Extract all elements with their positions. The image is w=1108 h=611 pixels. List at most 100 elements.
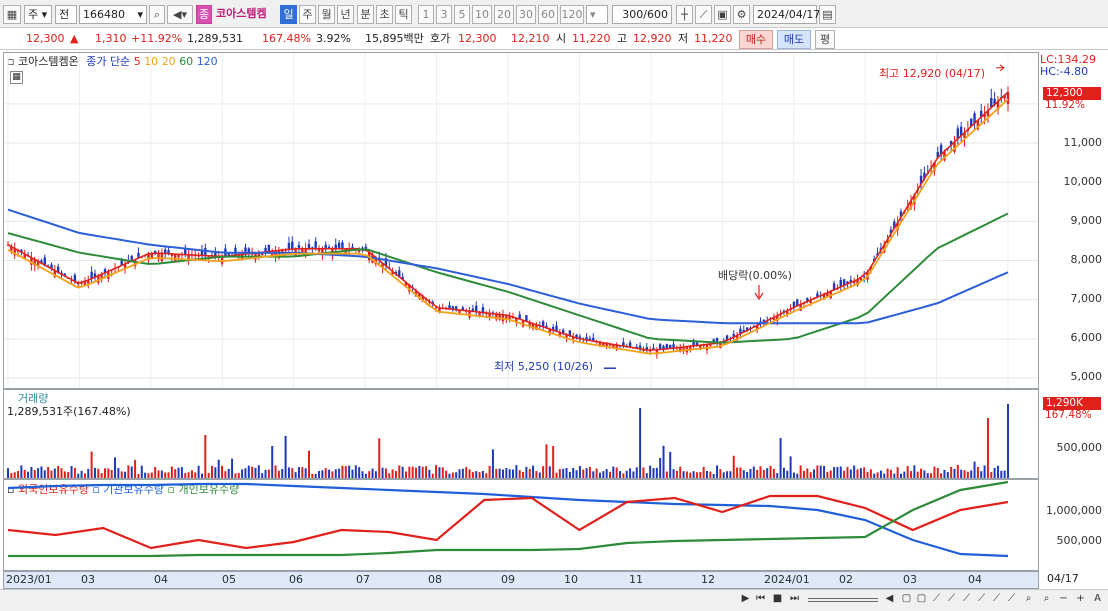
volume-bar: [110, 469, 113, 478]
volume-bar: [30, 466, 33, 478]
volume-bar: [518, 470, 521, 478]
search-icon[interactable]: ⌕: [149, 5, 165, 24]
font-size-icon[interactable]: A: [1091, 593, 1104, 608]
ytick-10000: 10,000: [1063, 175, 1103, 188]
calendar-icon[interactable]: ▤: [819, 5, 836, 24]
change-value: 1,310: [95, 32, 127, 45]
volume-bar: [311, 473, 314, 478]
volume-bar: [50, 470, 53, 478]
volume-bar: [722, 472, 725, 478]
volume-bar: [251, 466, 254, 478]
volume-bar: [481, 470, 484, 478]
layout-icon[interactable]: ▦: [3, 5, 21, 24]
custom-minute-select[interactable]: ▾: [586, 5, 608, 24]
save-icon[interactable]: ▣: [714, 5, 731, 24]
sell-button[interactable]: 매도: [777, 30, 811, 49]
volume-bar: [170, 466, 173, 478]
minute-120[interactable]: 120: [560, 5, 584, 24]
minute-10[interactable]: 10: [472, 5, 492, 24]
eval-button[interactable]: 평: [815, 30, 835, 49]
minute-1[interactable]: 1: [418, 5, 434, 24]
minute-5[interactable]: 5: [454, 5, 470, 24]
minute-30[interactable]: 30: [516, 5, 536, 24]
volume-bar: [124, 471, 127, 478]
tool-icon[interactable]: ▢: [900, 593, 913, 608]
minute-3[interactable]: 3: [436, 5, 452, 24]
tool-icon[interactable]: ⟋: [990, 593, 1003, 608]
volume-bar: [438, 467, 441, 478]
high-marker: [996, 64, 1005, 72]
volume-bar: [167, 472, 170, 478]
period-tab-second[interactable]: 초: [376, 5, 393, 24]
prev-button[interactable]: 전: [55, 5, 77, 24]
scroll-right-icon[interactable]: ▶: [739, 593, 752, 608]
volume-bar: [448, 473, 451, 478]
market-select[interactable]: 주 ▾: [24, 5, 52, 24]
period-tab-month[interactable]: 월: [318, 5, 335, 24]
period-tab-week[interactable]: 주: [299, 5, 316, 24]
volume-bar: [354, 465, 357, 478]
stock-code-input[interactable]: 166480 ▾: [79, 5, 147, 24]
volume-bar: [164, 472, 167, 478]
xtick: 03: [903, 573, 917, 586]
gear-icon[interactable]: ⚙: [733, 5, 750, 24]
volume-bar: [421, 466, 424, 478]
tool-icon[interactable]: ⟋: [975, 593, 988, 608]
volume-bar: [411, 466, 414, 478]
minute-20[interactable]: 20: [494, 5, 514, 24]
holding-ytick-1m: 1,000,000: [1046, 504, 1102, 517]
rewind-icon[interactable]: ⏮: [754, 593, 767, 608]
volume-bar: [990, 472, 993, 478]
count-input[interactable]: 300/600: [612, 5, 672, 24]
volume-bar: [281, 468, 284, 478]
volume-bar: [398, 465, 401, 478]
ask-label: 호가: [430, 32, 451, 45]
period-tab-day[interactable]: 일: [280, 5, 297, 24]
date-input[interactable]: 2024/04/17: [753, 5, 820, 24]
volume-bar: [615, 467, 618, 478]
period-tab-minute[interactable]: 분: [357, 5, 374, 24]
stop-icon[interactable]: ■: [771, 593, 784, 608]
xtick: 02: [839, 573, 853, 586]
forward-icon[interactable]: ⏭: [788, 593, 801, 608]
volume-bar: [287, 467, 290, 478]
volume-bar: [960, 469, 963, 478]
tool-icon[interactable]: ▢: [915, 593, 928, 608]
volume-bar: [1003, 470, 1006, 478]
period-tab-year[interactable]: 년: [337, 5, 354, 24]
volume-bar: [796, 473, 799, 478]
volume-bar: [147, 473, 150, 478]
volume-bar: [23, 469, 26, 478]
volume-bar: [542, 466, 545, 478]
volume-bar: [555, 472, 558, 478]
zoom-out-icon[interactable]: ⌕: [1022, 593, 1035, 608]
holding-chart: [7, 480, 1009, 558]
tool-icon[interactable]: ⟋: [945, 593, 958, 608]
line-chart-icon[interactable]: ⟋: [695, 5, 712, 24]
candle-icon[interactable]: ┼: [676, 5, 693, 24]
plus-icon[interactable]: +: [1074, 593, 1087, 608]
zoom-slider[interactable]: [808, 598, 878, 602]
volume-bar: [371, 468, 374, 478]
minute-60[interactable]: 60: [538, 5, 558, 24]
volume-bar: [879, 470, 882, 478]
dividend-annotation: 배당락(0.00%): [718, 269, 792, 282]
buy-button[interactable]: 매수: [739, 30, 773, 49]
minus-icon[interactable]: −: [1057, 593, 1070, 608]
volume-bar: [445, 470, 448, 478]
tool-icon[interactable]: ⟋: [930, 593, 943, 608]
x-axis-current: 04/17: [1039, 571, 1105, 589]
trade-amount: 15,895백만: [365, 32, 424, 45]
volume-bar: [20, 465, 23, 478]
volume-bar: [856, 469, 859, 478]
tool-icon[interactable]: ⟋: [1005, 593, 1018, 608]
tool-icon[interactable]: ⟋: [960, 593, 973, 608]
volume-bar: [829, 470, 832, 478]
search-icon[interactable]: ⌕: [1040, 593, 1053, 608]
speaker-icon[interactable]: ◀▾: [167, 5, 193, 24]
period-tab-tick[interactable]: 틱: [395, 5, 412, 24]
back-icon[interactable]: ◀: [883, 593, 896, 608]
volume-bar: [217, 459, 220, 478]
volume-bar: [736, 467, 739, 478]
volume-bar: [558, 469, 561, 478]
